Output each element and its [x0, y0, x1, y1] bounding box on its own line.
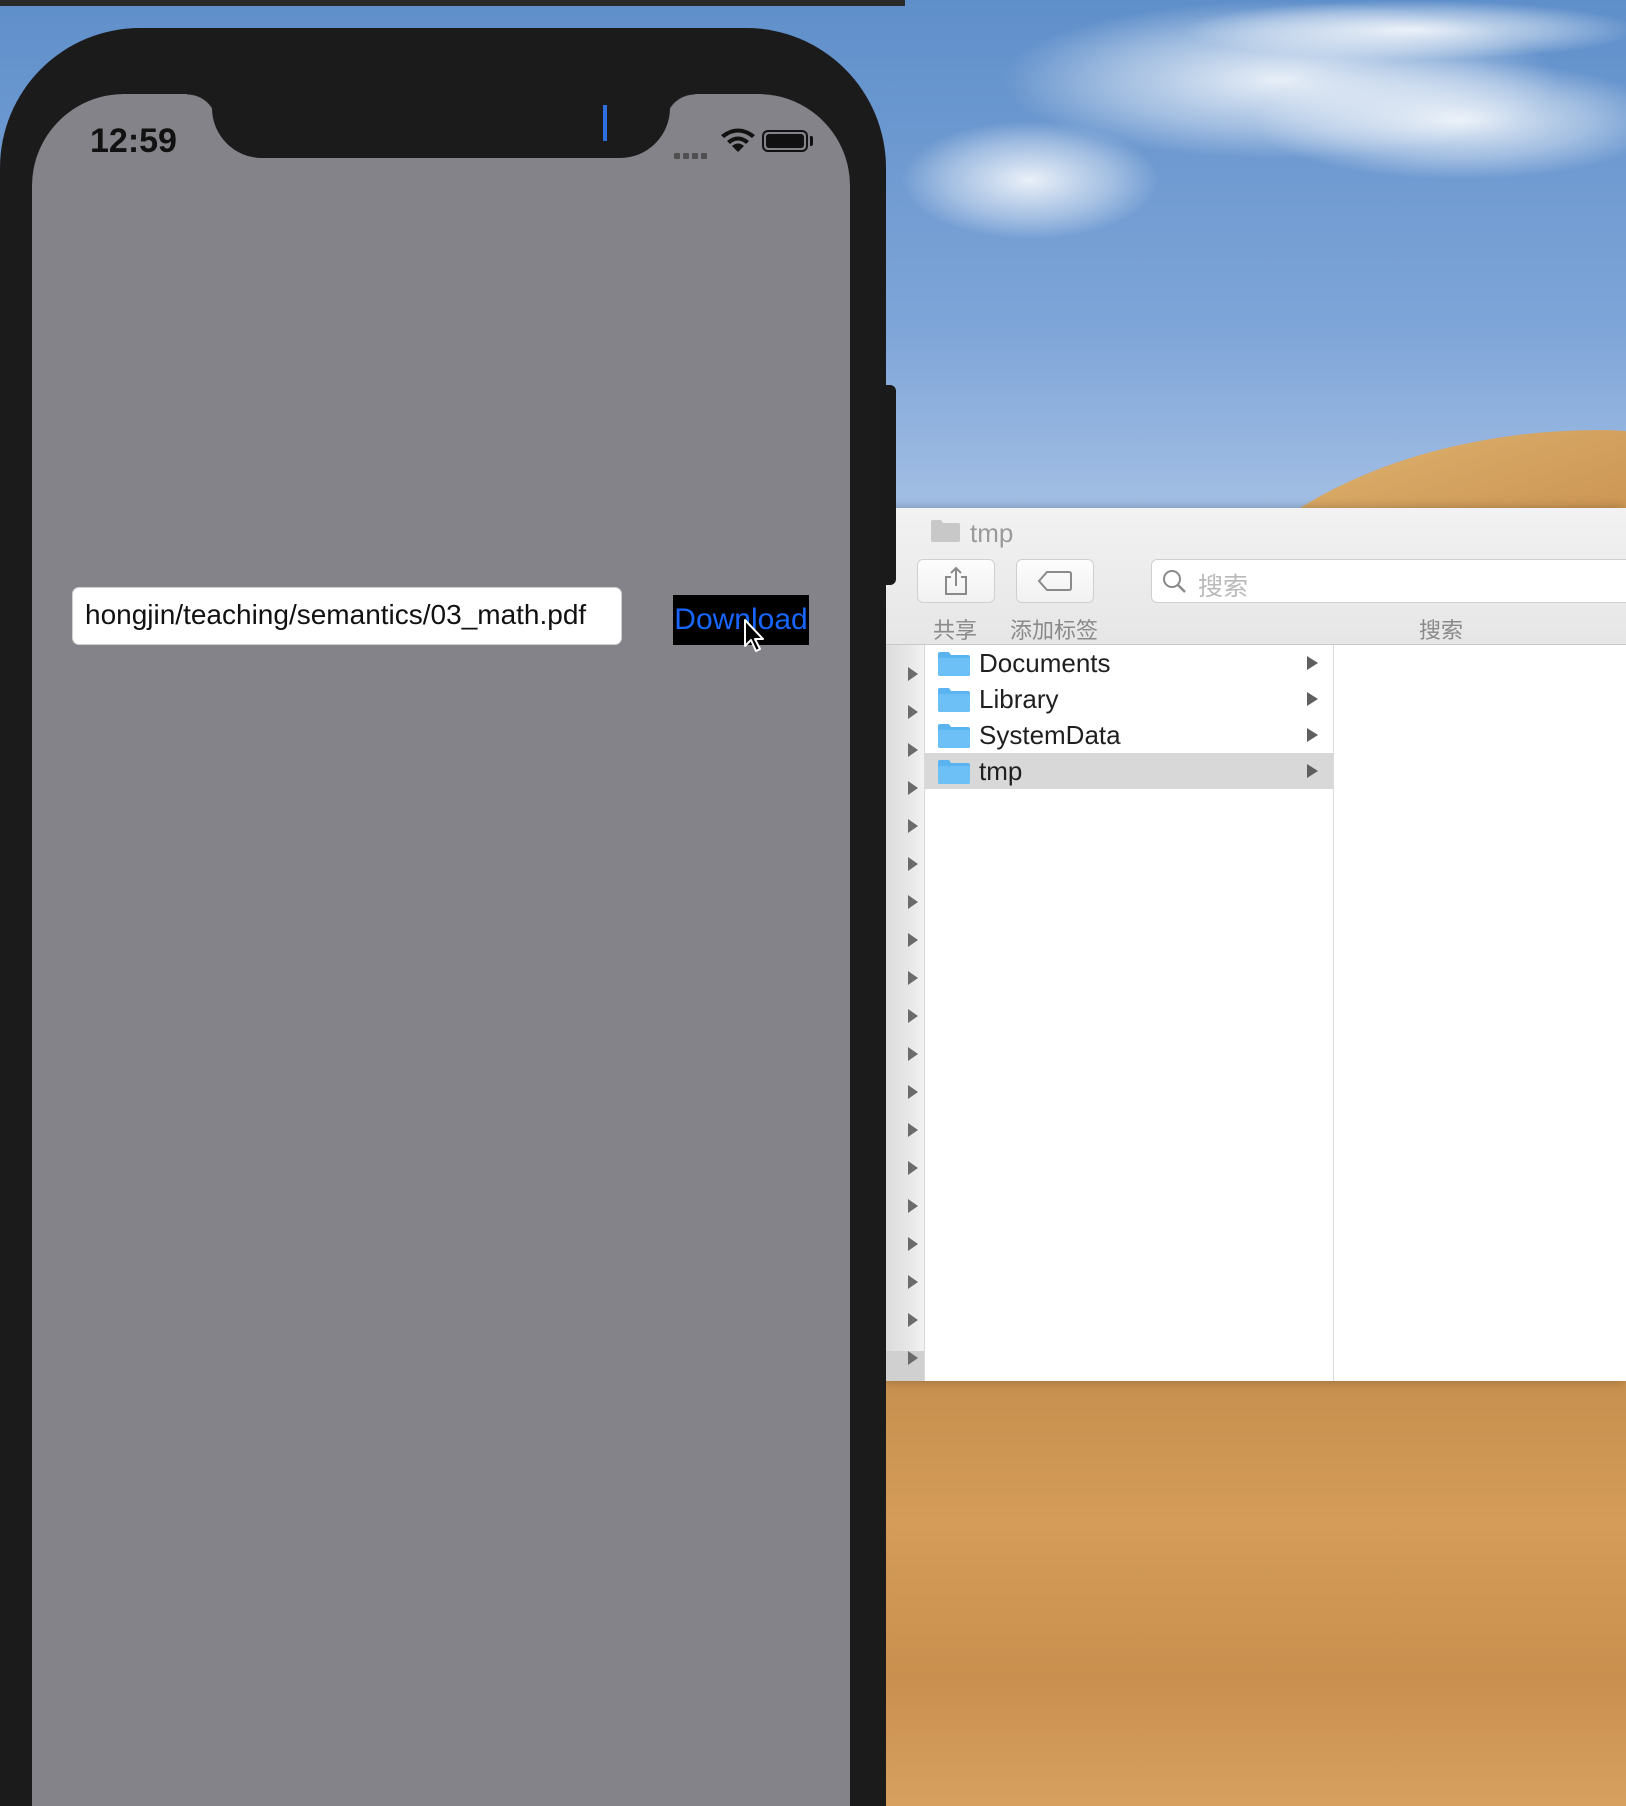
- cellular-signal-icon: [674, 146, 710, 164]
- disclosure-arrow-icon: [908, 667, 918, 681]
- add-tag-label: 添加标签: [1010, 618, 1099, 643]
- preview-column[interactable]: [1334, 645, 1626, 1381]
- phone-screen: 12:59 hongjin/teaching/semantics/03_math…: [32, 94, 850, 1806]
- status-time: 12:59: [90, 122, 177, 160]
- search-label: 搜索: [1419, 618, 1464, 643]
- disclosure-arrow-icon: [908, 933, 918, 947]
- disclosure-arrow-icon: [908, 781, 918, 795]
- phone-notch: [212, 94, 670, 158]
- mouse-pointer-icon: [744, 619, 764, 652]
- phone-side-button: [880, 385, 896, 585]
- disclosure-arrow-icon: [908, 1123, 918, 1137]
- folder-icon: [938, 724, 970, 748]
- battery-cap: [810, 136, 813, 146]
- window-title: tmp: [970, 518, 1014, 548]
- disclosure-arrow-icon: [908, 971, 918, 985]
- disclosure-arrow-icon: [908, 1351, 918, 1365]
- window-top-edge: [0, 0, 905, 6]
- disclosure-arrow-icon: [908, 1161, 918, 1175]
- search-placeholder: 搜索: [1198, 573, 1249, 601]
- cloud: [1180, 0, 1626, 60]
- finder-toolbar: tmp 共享 添加标签 搜索 搜索: [886, 508, 1626, 645]
- disclosure-arrow-icon: [908, 1237, 918, 1251]
- list-item-library[interactable]: Library: [925, 681, 1333, 717]
- list-item-label: tmp: [979, 756, 1023, 786]
- share-button[interactable]: [917, 559, 995, 603]
- list-item-label: Library: [979, 684, 1059, 714]
- phone-simulator: 12:59 hongjin/teaching/semantics/03_math…: [0, 28, 886, 1806]
- notch-corner: [665, 94, 695, 124]
- tag-icon: [1037, 571, 1072, 591]
- title-folder-icon: [931, 520, 960, 542]
- folder-icon: [938, 652, 970, 676]
- url-input[interactable]: hongjin/teaching/semantics/03_math.pdf: [72, 587, 622, 645]
- search-icon: [1163, 570, 1186, 593]
- disclosure-arrow-icon: [908, 705, 918, 719]
- parent-column[interactable]: [886, 645, 925, 1381]
- list-item-label: SystemData: [979, 720, 1121, 750]
- cloud: [1250, 60, 1626, 180]
- disclosure-arrow-icon: [1307, 656, 1318, 670]
- disclosure-arrow-icon: [1307, 692, 1318, 706]
- add-tag-button[interactable]: [1016, 559, 1094, 603]
- disclosure-arrow-icon: [908, 1047, 918, 1061]
- share-label: 共享: [933, 618, 978, 643]
- sand-ground: [880, 1370, 1626, 1806]
- folder-icon: [938, 688, 970, 712]
- disclosure-arrow-icon: [908, 857, 918, 871]
- list-item-systemdata[interactable]: SystemData: [925, 717, 1333, 753]
- url-input-value: hongjin/teaching/semantics/03_math.pdf: [85, 599, 587, 630]
- list-item-label: Documents: [979, 648, 1111, 678]
- finder-window: tmp 共享 添加标签 搜索 搜索 Documents Library Syst…: [886, 508, 1626, 1381]
- disclosure-arrow-icon: [908, 1009, 918, 1023]
- battery-icon: [762, 130, 808, 152]
- search-field[interactable]: 搜索: [1151, 559, 1626, 603]
- disclosure-arrow-icon: [908, 743, 918, 757]
- cloud: [900, 120, 1160, 240]
- battery-level: [766, 134, 804, 148]
- disclosure-arrow-icon: [908, 1275, 918, 1289]
- share-icon: [945, 566, 967, 595]
- file-column[interactable]: Documents Library SystemData tmp: [925, 645, 1334, 1381]
- disclosure-arrow-icon: [908, 1199, 918, 1213]
- folder-icon: [938, 760, 970, 784]
- parent-column-selection: [886, 1351, 924, 1381]
- text-caret: [603, 105, 607, 141]
- disclosure-arrow-icon: [908, 819, 918, 833]
- list-item-documents[interactable]: Documents: [925, 645, 1333, 681]
- disclosure-arrow-icon: [908, 1313, 918, 1327]
- wifi-icon: [721, 128, 755, 152]
- list-item-tmp[interactable]: tmp: [925, 753, 1333, 789]
- disclosure-arrow-icon: [908, 1085, 918, 1099]
- notch-corner: [187, 94, 217, 124]
- disclosure-arrow-icon: [1307, 764, 1318, 778]
- disclosure-arrow-icon: [908, 895, 918, 909]
- download-button[interactable]: Download: [673, 595, 809, 645]
- disclosure-arrow-icon: [1307, 728, 1318, 742]
